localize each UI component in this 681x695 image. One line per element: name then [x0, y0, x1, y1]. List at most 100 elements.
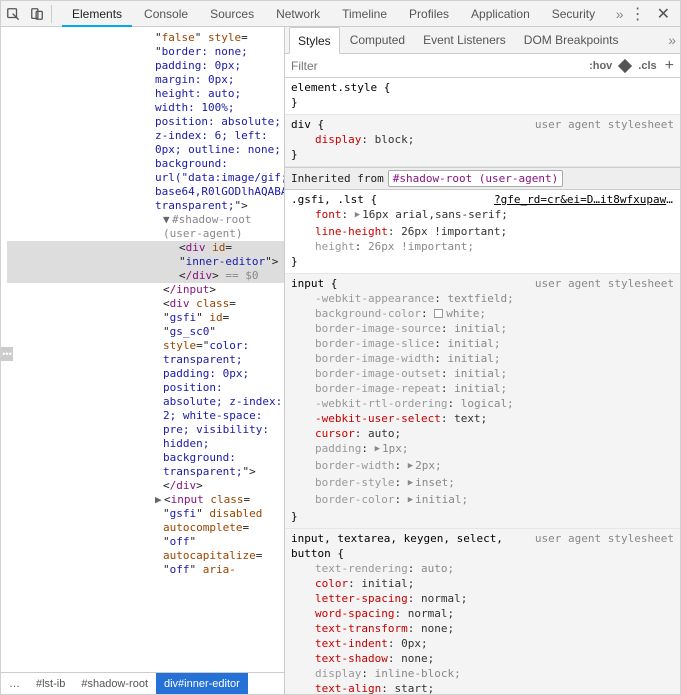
attr-name: false [162, 31, 195, 44]
val: initial; [454, 382, 507, 395]
ua-label: user agent stylesheet [535, 117, 674, 132]
tag: /input [170, 283, 210, 296]
prop: text-rendering [315, 562, 408, 575]
main-tabstrip-right: » ⋮ ✕ [616, 4, 678, 24]
rule-gsfi[interactable]: .gsfi, .lst { ?gfe_rd=cr&ei=D…it8wfxupaw… [285, 190, 680, 274]
hov-toggle[interactable]: :hov [589, 60, 612, 72]
attr-value: off [170, 535, 190, 548]
prop: height [315, 240, 355, 253]
attr-value: gs_sc0 [170, 325, 210, 338]
prop: text-transform [315, 622, 408, 635]
ua-label: user agent stylesheet [535, 531, 674, 546]
gutter-marker-icon[interactable]: ••• [1, 347, 13, 361]
subtab-overflow-icon[interactable]: » [668, 32, 676, 48]
new-rule-icon[interactable]: + [665, 58, 674, 74]
val: initial; [447, 352, 500, 365]
tab-application[interactable]: Application [461, 1, 540, 27]
close-icon[interactable]: ✕ [653, 4, 674, 24]
subtab-event-listeners[interactable]: Event Listeners [415, 27, 514, 54]
crumb-item-selected[interactable]: div#inner-editor [156, 673, 248, 694]
color-format-icon[interactable] [618, 58, 632, 72]
val: none; [401, 652, 434, 665]
tab-profiles[interactable]: Profiles [399, 1, 459, 27]
prop: display [315, 133, 361, 146]
prop: background-color [315, 307, 421, 320]
tab-network[interactable]: Network [266, 1, 330, 27]
prop: border-image-slice [315, 337, 434, 350]
styles-panel: Styles Computed Event Listeners DOM Brea… [285, 27, 680, 694]
overflow-chevron-icon[interactable]: » [616, 6, 624, 22]
prop: cursor [315, 427, 355, 440]
filter-tools: :hov .cls + [583, 58, 680, 74]
rule-input[interactable]: input { user agent stylesheet -webkit-ap… [285, 274, 680, 529]
tag: /div [186, 269, 213, 282]
tab-elements[interactable]: Elements [62, 1, 132, 27]
val: initial; [454, 322, 507, 335]
selector-dim: , .lst [324, 193, 364, 206]
shadow-root-label: #shadow-root (user-agent) [163, 213, 251, 240]
kebab-menu-icon[interactable]: ⋮ [630, 4, 647, 24]
disclosure-triangle-icon[interactable]: ▶ [155, 493, 164, 507]
filter-input[interactable] [285, 59, 583, 73]
attr-value: border: none; padding: 0px; margin: 0px;… [155, 45, 284, 212]
elements-tree[interactable]: "false" style= "border: none; padding: 0… [1, 27, 284, 672]
crumb-ellipsis[interactable]: … [1, 673, 28, 694]
val: 26px !important; [368, 240, 474, 253]
device-toggle-icon[interactable] [27, 4, 47, 24]
subtab-styles[interactable]: Styles [289, 27, 340, 54]
attr-value: off [170, 563, 190, 576]
val: 16px arial,sans-serif; [362, 208, 508, 221]
crumb-item[interactable]: #lst-ib [28, 673, 73, 694]
cls-toggle[interactable]: .cls [638, 60, 656, 72]
selected-tree-node[interactable]: <div id= "inner-editor"></div> == $0 [7, 241, 284, 283]
rule-input-multi[interactable]: input, textarea, keygen, select, button … [285, 529, 680, 694]
prop: text-align [315, 682, 381, 694]
attr-name: disabled [209, 507, 262, 520]
prop: border-width [315, 459, 394, 472]
attr-value: gsfi [170, 311, 197, 324]
rule-div[interactable]: div { user agent stylesheet display: blo… [285, 115, 680, 167]
prop: border-color [315, 493, 394, 506]
source-link[interactable]: ?gfe_rd=cr&ei=D…it8wfxupawDA:7 [494, 192, 674, 207]
subtab-dom-breakpoints[interactable]: DOM Breakpoints [516, 27, 627, 54]
attr-value: color: transparent; padding: 0px; positi… [163, 339, 282, 478]
val: inset; [415, 476, 455, 489]
val: block; [375, 133, 415, 146]
attr-name: aria- [203, 563, 236, 576]
tab-console[interactable]: Console [134, 1, 198, 27]
main-tabs: Elements Console Sources Network Timelin… [62, 1, 612, 27]
attr-name: autocapitalize [163, 549, 256, 562]
disclosure-triangle-icon[interactable]: ▼ [163, 213, 172, 227]
attr-name: style [208, 31, 241, 44]
tag: /div [170, 479, 197, 492]
tab-timeline[interactable]: Timeline [332, 1, 397, 27]
prop: font [315, 208, 342, 221]
prop: word-spacing [315, 607, 394, 620]
inherited-label: Inherited from [291, 171, 384, 186]
val: initial; [454, 367, 507, 380]
subtab-computed[interactable]: Computed [342, 27, 413, 54]
inspect-icon[interactable] [3, 4, 23, 24]
main-tabstrip: Elements Console Sources Network Timelin… [1, 1, 680, 27]
crumb-item[interactable]: #shadow-root [73, 673, 156, 694]
val: textfield; [447, 292, 513, 305]
prop: border-image-outset [315, 367, 441, 380]
color-swatch-icon[interactable] [434, 309, 443, 318]
val: normal; [421, 592, 467, 605]
val: logical; [461, 397, 514, 410]
selector: input [291, 532, 324, 545]
val: none; [421, 622, 454, 635]
val: auto; [421, 562, 454, 575]
prop: padding [315, 442, 361, 455]
tab-security[interactable]: Security [542, 1, 605, 27]
tab-sources[interactable]: Sources [200, 1, 264, 27]
attr-name: id [209, 311, 222, 324]
styles-rules[interactable]: element.style { } div { user agent style… [285, 78, 680, 694]
prop: -webkit-appearance [315, 292, 434, 305]
attr-value: inner-editor [186, 255, 265, 268]
rule-element-style[interactable]: element.style { } [285, 78, 680, 115]
styles-tabstrip: Styles Computed Event Listeners DOM Brea… [285, 27, 680, 54]
attr-name: class [196, 297, 229, 310]
selector: element.style [291, 81, 377, 94]
inherited-pill[interactable]: #shadow-root (user-agent) [388, 170, 564, 187]
